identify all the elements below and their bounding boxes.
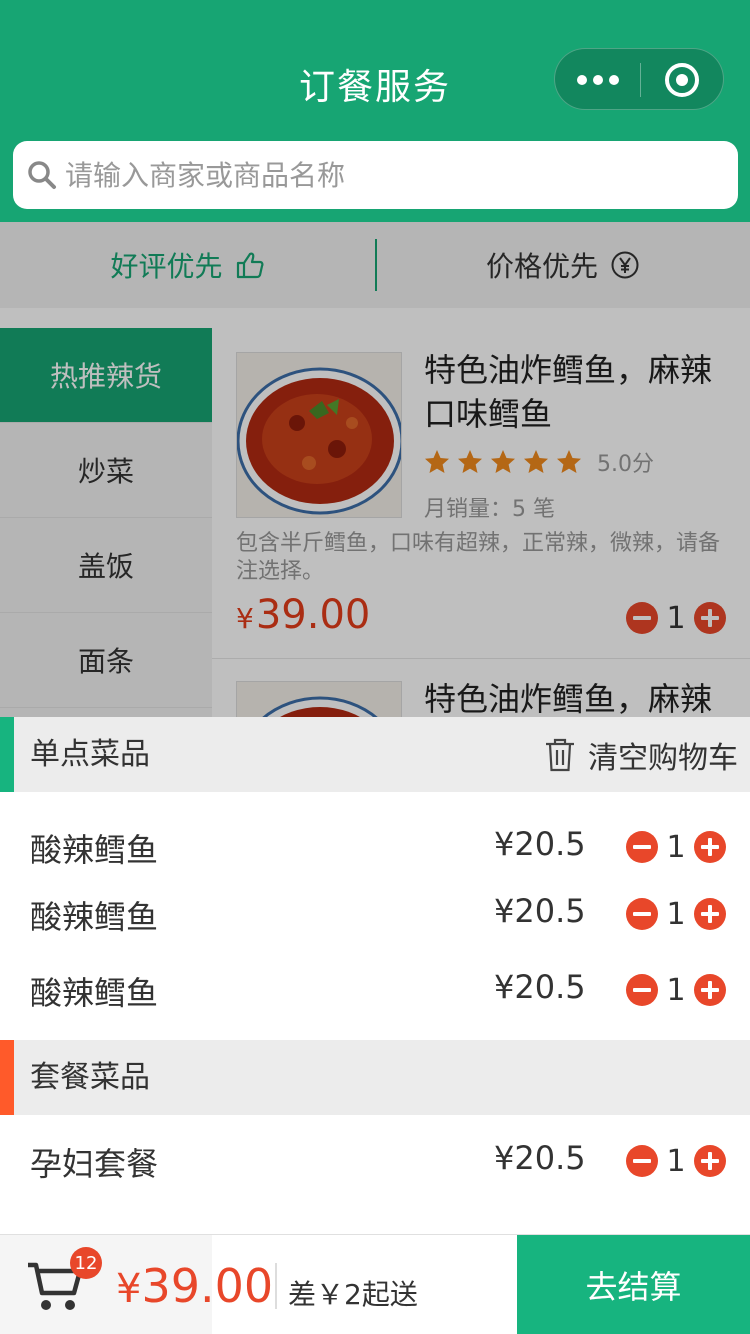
cart-item: 酸辣鳕鱼 ¥20.5 1 — [0, 960, 750, 1020]
mini-program-capsule — [554, 48, 724, 110]
target-circle-icon[interactable] — [665, 63, 699, 97]
capsule-divider — [640, 63, 641, 97]
minus-icon[interactable] — [626, 974, 658, 1006]
clear-cart-button[interactable]: 清空购物车 — [544, 717, 738, 792]
quantity-stepper: 1 — [626, 896, 726, 932]
quantity-stepper: 1 — [626, 1143, 726, 1179]
cart-item-price: ¥20.5 — [494, 968, 586, 1006]
cart-total: ¥39.00 — [116, 1259, 273, 1313]
cart-item-price: ¥20.5 — [494, 1139, 586, 1177]
single-dishes-header: 单点菜品 清空购物车 — [0, 717, 750, 792]
quantity-stepper: 1 — [626, 972, 726, 1008]
cart-item: 酸辣鳕鱼 ¥20.5 1 — [0, 884, 750, 944]
quantity-stepper: 1 — [626, 829, 726, 865]
cart-item-name: 酸辣鳕鱼 — [30, 898, 159, 936]
checkout-button[interactable]: 去结算 — [517, 1235, 750, 1334]
total-divider — [275, 1263, 277, 1309]
plus-icon[interactable] — [694, 898, 726, 930]
combo-dishes-header: 套餐菜品 — [0, 1040, 750, 1115]
plus-icon[interactable] — [694, 831, 726, 863]
trash-icon — [546, 738, 574, 771]
search-icon — [28, 161, 56, 189]
section-marker — [0, 1040, 14, 1115]
total-currency: ¥ — [116, 1266, 142, 1312]
section-marker — [0, 717, 14, 792]
search-input[interactable] — [65, 149, 715, 201]
quantity-value: 1 — [666, 896, 686, 932]
cart-count-badge: 12 — [70, 1247, 102, 1279]
minus-icon[interactable] — [626, 898, 658, 930]
total-value: 39.00 — [141, 1259, 274, 1313]
quantity-value: 1 — [666, 1143, 686, 1179]
cart-item: 酸辣鳕鱼 ¥20.5 1 — [0, 817, 750, 877]
section-title: 单点菜品 — [30, 737, 150, 772]
quantity-value: 1 — [666, 829, 686, 865]
minimum-order-hint: 差￥2起送 — [288, 1278, 418, 1311]
section-title: 套餐菜品 — [30, 1060, 150, 1095]
search-box — [13, 141, 738, 209]
more-dots-icon[interactable] — [577, 71, 621, 89]
cart-item-name: 酸辣鳕鱼 — [30, 974, 159, 1012]
clear-cart-label: 清空购物车 — [588, 740, 738, 776]
cart-panel: 单点菜品 清空购物车 酸辣鳕鱼 ¥20.5 1 酸辣鳕鱼 ¥20.5 1 酸辣鳕… — [0, 717, 750, 1234]
cart-item: 孕妇套餐 ¥20.5 1 — [0, 1131, 750, 1191]
cart-item-name: 孕妇套餐 — [30, 1145, 159, 1183]
minus-icon[interactable] — [626, 831, 658, 863]
minus-icon[interactable] — [626, 1145, 658, 1177]
cart-item-price: ¥20.5 — [494, 825, 586, 863]
cart-bottom-bar: 12 ¥39.00 差￥2起送 去结算 — [0, 1234, 750, 1334]
header: 订餐服务 — [0, 0, 750, 222]
plus-icon[interactable] — [694, 974, 726, 1006]
quantity-value: 1 — [666, 972, 686, 1008]
cart-item-name: 酸辣鳕鱼 — [30, 831, 159, 869]
plus-icon[interactable] — [694, 1145, 726, 1177]
overlay-mask[interactable] — [0, 222, 750, 718]
cart-item-price: ¥20.5 — [494, 892, 586, 930]
